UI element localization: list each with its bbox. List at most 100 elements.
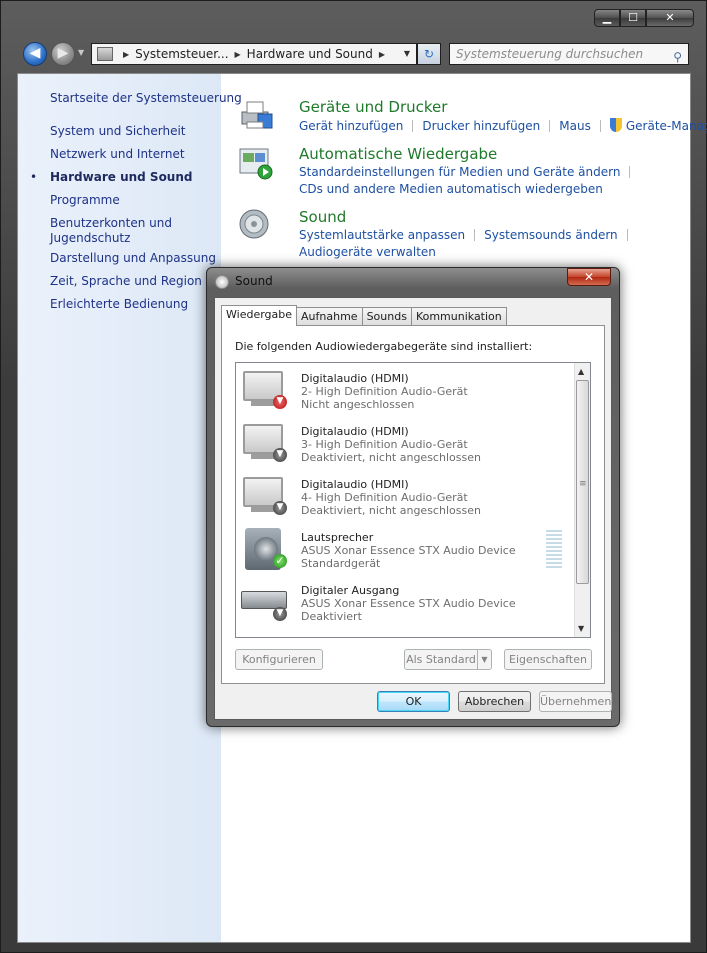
breadcrumb-control-panel[interactable]: Systemsteuer... [135, 47, 228, 61]
device-name: Digitalaudio (HDMI) [301, 478, 409, 491]
sidebar-item-programs[interactable]: Programme [50, 193, 120, 207]
uac-shield-icon [609, 118, 622, 132]
device-name: Digitalaudio (HDMI) [301, 372, 409, 385]
refresh-button[interactable]: ↻ [417, 43, 441, 65]
scroll-down-icon[interactable]: ▼ [578, 624, 584, 633]
sound-dialog-icon [215, 275, 229, 289]
device-name: Digitalaudio (HDMI) [301, 425, 409, 438]
section-links-devices: Gerät hinzufügen Drucker hinzufügen Maus Ge… [299, 118, 707, 133]
speaker-icon[interactable] [238, 208, 274, 244]
search-icon[interactable]: ⚲ [673, 47, 682, 67]
sidebar-item-user-accounts[interactable]: Benutzerkonten und Jugendschutz [50, 216, 190, 246]
section-links-sound: Systemlautstärke anpassen Systemsounds än… [299, 228, 637, 242]
section-title-autoplay[interactable]: Automatische Wiedergabe [299, 145, 497, 163]
device-item-hdmi-4[interactable]: ▼ Digitalaudio (HDMI) 4- High Definition… [236, 469, 574, 522]
device-description: ASUS Xonar Essence STX Audio Device [301, 597, 516, 610]
device-list[interactable]: ▼ Digitalaudio (HDMI) 2- High Definition… [235, 362, 591, 638]
back-button[interactable]: ◀ [23, 42, 47, 66]
device-name: Digitaler Ausgang [301, 584, 400, 597]
set-default-button[interactable]: Als Standard ▼ [404, 649, 492, 670]
device-description: 4- High Definition Audio-Gerät [301, 491, 468, 504]
ok-button[interactable]: OK [377, 691, 450, 712]
printer-icon[interactable] [238, 98, 274, 134]
tab-playback[interactable]: Wiedergabe [221, 305, 298, 326]
link-divider [474, 229, 476, 241]
chevron-down-icon[interactable]: ▼ [477, 650, 491, 669]
tab-recording[interactable]: Aufnahme [296, 307, 363, 326]
autoplay-icon[interactable] [238, 145, 274, 181]
monitor-icon: ▼ [241, 422, 287, 462]
link-divider [412, 120, 414, 132]
address-dropdown-icon[interactable]: ▼ [404, 49, 410, 58]
link-default-media-settings[interactable]: Standardeinstellungen für Medien und Ger… [299, 165, 620, 179]
device-item-hdmi-3[interactable]: ▼ Digitalaudio (HDMI) 3- High Definition… [236, 416, 574, 469]
sidebar-item-ease-of-access[interactable]: Erleichterte Bedienung [50, 297, 188, 311]
section-links-sound-2: Audiogeräte verwalten [299, 245, 436, 259]
tab-strip: Wiedergabe Aufnahme Sounds Kommunikation [221, 305, 507, 326]
monitor-icon: ▼ [241, 369, 287, 409]
recent-pages-dropdown[interactable]: ▼ [78, 48, 84, 57]
forward-arrow-icon: ▶ [57, 45, 69, 61]
dialog-body: Wiedergabe Aufnahme Sounds Kommunikation… [214, 297, 612, 720]
chevron-right-icon[interactable]: ▶ [235, 50, 241, 59]
section-links-autoplay-2: CDs und andere Medien automatisch wieder… [299, 182, 603, 196]
section-title-devices-printers[interactable]: Geräte und Drucker [299, 98, 447, 116]
search-input[interactable]: Systemsteuerung durchsuchen ⚲ [449, 43, 689, 65]
apply-button[interactable]: Übernehmen [539, 691, 612, 712]
speaker-icon: ✓ [241, 528, 287, 570]
down-arrow-icon: ▼ [273, 501, 287, 515]
device-status: Deaktiviert, nicht angeschlossen [301, 451, 481, 464]
scroll-grip-icon: ≡ [579, 479, 587, 489]
sidebar-item-home[interactable]: Startseite der Systemsteuerung [50, 91, 242, 105]
sidebar-item-network-internet[interactable]: Netzwerk und Internet [50, 147, 185, 161]
panel-caption: Die folgenden Audiowiedergabegeräte sind… [235, 340, 533, 353]
dialog-title: Sound [235, 274, 273, 288]
cancel-button[interactable]: Abbrechen [458, 691, 531, 712]
link-add-printer[interactable]: Drucker hinzufügen [422, 119, 540, 133]
minimize-button[interactable]: ▁ [594, 9, 620, 27]
volume-level-meter [546, 530, 562, 568]
back-arrow-icon: ◀ [29, 45, 41, 61]
device-description: ASUS Xonar Essence STX Audio Device [301, 544, 516, 557]
address-bar[interactable]: ▶ Systemsteuer... ▶ Hardware und Sound ▶… [91, 43, 417, 65]
link-add-device[interactable]: Gerät hinzufügen [299, 119, 403, 133]
device-item-speakers[interactable]: ✓ Lautsprecher ASUS Xonar Essence STX Au… [236, 522, 574, 575]
link-change-system-sounds[interactable]: Systemsounds ändern [484, 228, 618, 242]
chevron-right-icon[interactable]: ▶ [379, 50, 385, 59]
tab-sounds[interactable]: Sounds [361, 307, 412, 326]
active-bullet: • [30, 170, 38, 184]
scroll-thumb[interactable]: ≡ [576, 380, 589, 584]
configure-button[interactable]: Konfigurieren [235, 649, 323, 670]
device-name: Lautsprecher [301, 531, 374, 544]
maximize-button[interactable]: ☐ [620, 9, 646, 27]
tab-panel-playback: Die folgenden Audiowiedergabegeräte sind… [221, 325, 605, 684]
device-item-hdmi-2[interactable]: ▼ Digitalaudio (HDMI) 2- High Definition… [236, 363, 574, 416]
device-item-digital-output[interactable]: ▼ Digitaler Ausgang ASUS Xonar Essence S… [236, 575, 574, 628]
section-title-sound[interactable]: Sound [299, 208, 346, 226]
tab-communications[interactable]: Kommunikation [410, 307, 507, 326]
close-button[interactable]: ✕ [646, 9, 694, 27]
device-list-scrollbar[interactable]: ▲ ≡ ▼ [574, 363, 590, 637]
link-adjust-volume[interactable]: Systemlautstärke anpassen [299, 228, 465, 242]
forward-button[interactable]: ▶ [51, 42, 75, 66]
link-mouse[interactable]: Maus [559, 119, 591, 133]
properties-button[interactable]: Eigenschaften [504, 649, 592, 670]
down-arrow-icon: ▼ [273, 607, 287, 621]
link-divider [549, 120, 551, 132]
set-default-label: Als Standard [406, 653, 476, 666]
device-status: Deaktiviert [301, 610, 362, 623]
dialog-close-button[interactable]: ✕ [567, 268, 611, 286]
breadcrumb-hardware-sound[interactable]: Hardware und Sound [247, 47, 373, 61]
device-status: Standardgerät [301, 557, 381, 570]
sidebar-item-appearance[interactable]: Darstellung und Anpassung [50, 251, 216, 265]
device-status: Nicht angeschlossen [301, 398, 415, 411]
down-arrow-icon: ▼ [273, 395, 287, 409]
link-manage-audio-devices[interactable]: Audiogeräte verwalten [299, 245, 436, 259]
sidebar-item-system-security[interactable]: System und Sicherheit [50, 124, 186, 138]
scroll-up-icon[interactable]: ▲ [578, 367, 584, 376]
sidebar-item-clock-language[interactable]: Zeit, Sprache und Region [50, 274, 202, 288]
link-device-manager[interactable]: Geräte-Manager [626, 119, 707, 133]
sidebar-item-hardware-sound[interactable]: Hardware und Sound [50, 170, 192, 184]
link-autoplay-cds[interactable]: CDs und andere Medien automatisch wieder… [299, 182, 603, 196]
chevron-right-icon[interactable]: ▶ [123, 50, 129, 59]
